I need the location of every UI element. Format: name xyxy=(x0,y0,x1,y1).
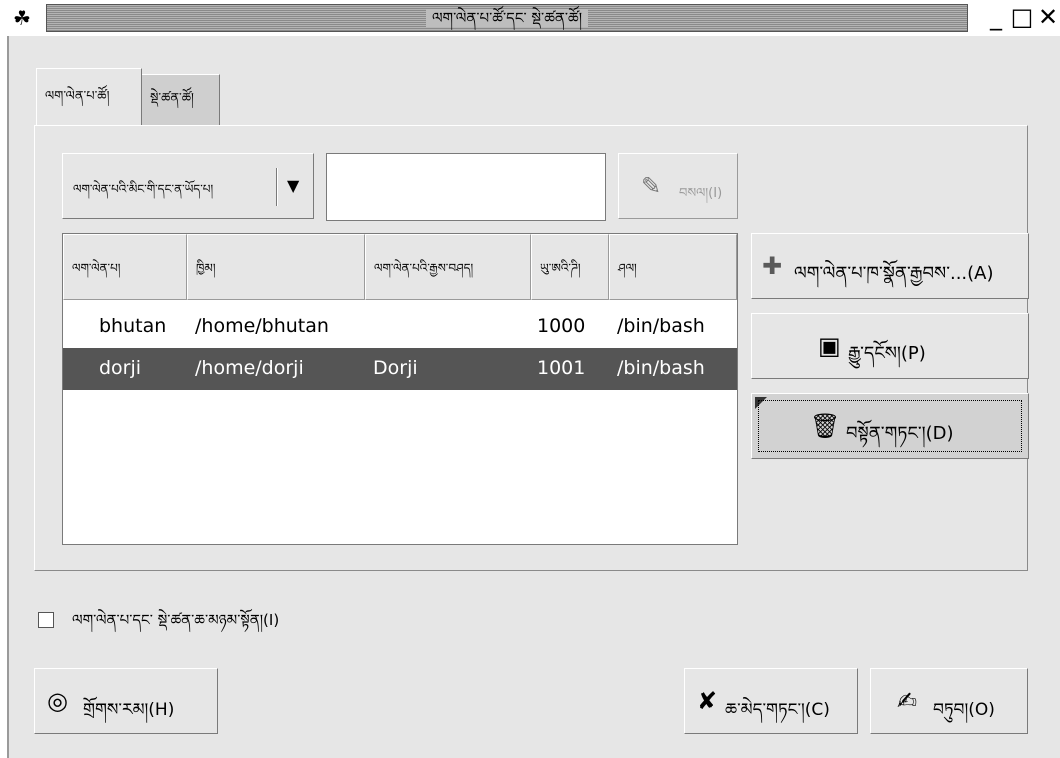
window-border-shadow xyxy=(7,36,9,758)
combo-separator xyxy=(276,168,278,206)
show-all-checkbox[interactable] xyxy=(38,612,54,628)
cancel-button[interactable]: ✘ ཆ་མེད་གཏང་།(C) xyxy=(684,668,858,734)
cell-username: bhutan xyxy=(99,315,167,337)
plus-icon: ✚ xyxy=(762,252,783,280)
cancel-icon: ✘ xyxy=(697,687,718,715)
tab-groups[interactable]: སྡེ་ཚན་ཚོ། xyxy=(142,74,220,126)
add-user-label: ལག་ལེན་པ་ཁ་སྣོན་རྒྱབས་...(A) xyxy=(794,263,994,284)
cancel-label: ཆ་མེད་གཏང་།(C) xyxy=(725,700,830,720)
broom-icon: ✎ xyxy=(641,172,662,200)
ok-label: བཏུབ།(O) xyxy=(933,700,995,720)
properties-button[interactable]: ▣ རྒྱུ་དངོས།(P) xyxy=(751,313,1029,379)
ok-icon: ✍ xyxy=(897,687,918,715)
show-all-label: ལག་ལེན་པ་དང་ སྡེ་ཚན་ཆ་མཉམ་སྟོན།(I) xyxy=(72,611,280,629)
minimize-button[interactable]: _ xyxy=(984,4,1008,32)
window-title: ལག་ལེན་པ་ཚོ་དང་ སྡེ་ཚན་ཚོ། xyxy=(425,9,589,27)
ok-button[interactable]: ✍ བཏུབ།(O) xyxy=(870,668,1028,734)
delete-label: བསྟོན་གཏང་།(D) xyxy=(846,423,954,444)
column-header-uid[interactable]: ཡུ་ཨའི་ཌི། xyxy=(531,234,609,300)
close-button[interactable]: ✕ xyxy=(1036,4,1060,32)
maximize-button[interactable]: □ xyxy=(1010,4,1034,32)
clear-button[interactable]: ✎ བསལ།(I) xyxy=(618,153,738,219)
lifebuoy-icon: ◎ xyxy=(47,687,68,715)
cell-fullname: Dorji xyxy=(373,357,418,379)
column-header-home[interactable]: ཁྱིམ། xyxy=(187,234,365,300)
filter-field-combo[interactable]: ལག་ལེན་པའི་མིང་གི་དང་ན་ཡོད་པ། ▼ xyxy=(62,153,314,219)
help-button[interactable]: ◎ གྲོགས་རམ།(H) xyxy=(34,668,218,734)
window-title-bar[interactable]: ལག་ལེན་པ་ཚོ་དང་ སྡེ་ཚན་ཚོ། xyxy=(46,4,968,32)
cell-uid: 1000 xyxy=(537,315,586,337)
column-header-username[interactable]: ལག་ལེན་པ། xyxy=(63,234,187,300)
search-input[interactable] xyxy=(326,153,606,221)
properties-icon: ▣ xyxy=(818,332,841,360)
help-label: གྲོགས་རམ།(H) xyxy=(83,700,175,720)
table-row[interactable]: bhutan /home/bhutan 1000 /bin/bash xyxy=(63,306,737,348)
delete-button[interactable]: 🗑 བསྟོན་གཏང་།(D) xyxy=(751,393,1029,459)
column-header-shell[interactable]: ཤལ། xyxy=(609,234,737,300)
window-border xyxy=(0,36,7,758)
cell-home: /home/dorji xyxy=(195,357,304,379)
clear-button-label: བསལ།(I) xyxy=(679,186,723,201)
window-menu-icon[interactable]: ☘ xyxy=(4,4,40,32)
trash-icon: 🗑 xyxy=(810,412,841,440)
cell-shell: /bin/bash xyxy=(617,357,705,379)
column-header-fullname[interactable]: ལག་ལེན་པའི་རྒྱས་བཤད། xyxy=(365,234,531,300)
filter-combo-label: ལག་ལེན་པའི་མིང་གི་དང་ན་ཡོད་པ། xyxy=(73,182,214,196)
title-bar: ☘ ལག་ལེན་པ་ཚོ་དང་ སྡེ་ཚན་ཚོ། _ □ ✕ xyxy=(0,0,1060,36)
table-header: ལག་ལེན་པ། ཁྱིམ། ལག་ལེན་པའི་རྒྱས་བཤད། ཡུ་… xyxy=(63,234,737,300)
chevron-down-icon: ▼ xyxy=(287,176,300,195)
cell-home: /home/bhutan xyxy=(195,315,329,337)
table-row-selected[interactable]: dorji /home/dorji Dorji 1001 /bin/bash xyxy=(63,348,737,390)
users-table[interactable]: ལག་ལེན་པ། ཁྱིམ། ལག་ལེན་པའི་རྒྱས་བཤད། ཡུ་… xyxy=(62,233,738,545)
properties-label: རྒྱུ་དངོས།(P) xyxy=(848,343,926,364)
users-groups-window: ☘ ལག་ལེན་པ་ཚོ་དང་ སྡེ་ཚན་ཚོ། _ □ ✕ ལག་ལེ… xyxy=(0,0,1060,758)
cell-uid: 1001 xyxy=(537,357,586,379)
add-user-button[interactable]: ✚ ལག་ལེན་པ་ཁ་སྣོན་རྒྱབས་...(A) xyxy=(751,233,1029,299)
cell-shell: /bin/bash xyxy=(617,315,705,337)
cell-username: dorji xyxy=(99,357,142,379)
tab-users[interactable]: ལག་ལེན་པ་ཚོ། xyxy=(36,68,142,126)
